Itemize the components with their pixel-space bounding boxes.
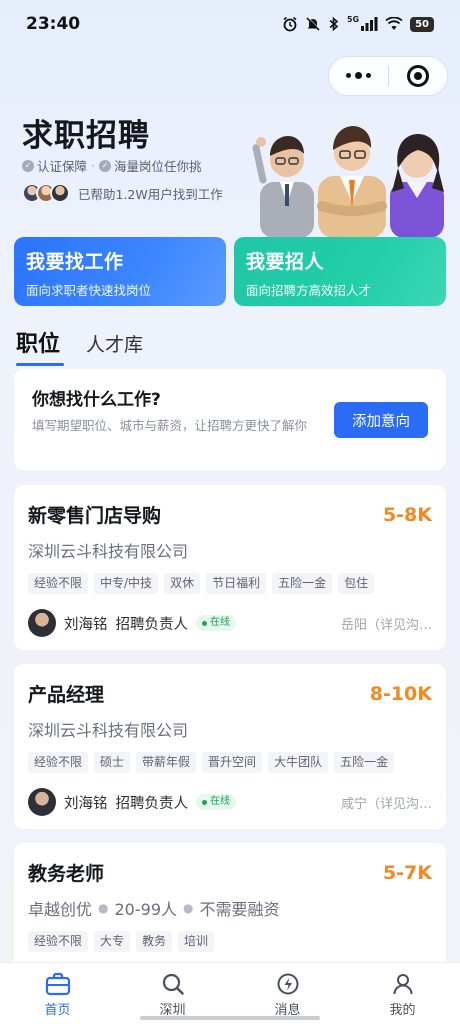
job-tag: 经验不限 xyxy=(28,573,89,594)
job-location: 咸宁（详见沟… xyxy=(340,796,432,812)
target-icon xyxy=(406,65,429,87)
briefcase-icon xyxy=(45,972,70,996)
tab-talent[interactable]: 人才库 xyxy=(86,330,143,366)
job-tag: 硕士 xyxy=(94,752,131,773)
signal-icon xyxy=(361,17,378,31)
tab-city[interactable]: 深圳 xyxy=(115,963,230,1024)
intent-description: 填写期望职位、城市与薪资，让招聘方更快了解你 xyxy=(32,418,308,433)
user-icon xyxy=(393,974,412,995)
hero-features: ✓ 认证保障 · ✓ 海量岗位任你挑 xyxy=(22,156,202,175)
mute-bell-icon xyxy=(306,16,320,31)
job-tags: 经验不限 中专/中技 双休 节日福利 五险一金 包住 xyxy=(28,573,432,594)
job-tag: 大牛团队 xyxy=(268,752,329,773)
job-tag: 包住 xyxy=(338,573,375,594)
job-company: 卓越创优 ● 20-99人 ● 不需要融资 xyxy=(28,896,432,920)
close-miniprogram-button[interactable] xyxy=(389,57,448,95)
recruiter-row: 刘海铭 招聘负责人 在线 咸宁（详见沟… xyxy=(28,788,432,816)
feature-jobs: 海量岗位任你挑 xyxy=(114,159,202,174)
job-company: 深圳云斗科技有限公司 xyxy=(28,721,189,740)
status-icons: 5G 50 xyxy=(282,14,434,32)
job-tag: 双休 xyxy=(164,573,201,594)
avatar xyxy=(50,183,70,203)
content-tabs: 职位 人才库 xyxy=(16,326,143,366)
job-card[interactable]: 教务老师 5-7K 卓越创优 ● 20-99人 ● 不需要融资 经验不限 大专 … xyxy=(14,843,446,973)
more-dots-icon xyxy=(345,72,371,79)
job-tags: 经验不限 硕士 带薪年假 晋升空间 大牛团队 五险一金 xyxy=(28,752,432,773)
find-job-subtitle: 面向求职者快速找岗位 xyxy=(26,283,152,298)
online-badge: 在线 xyxy=(196,794,236,810)
job-tag: 带薪年假 xyxy=(136,752,197,773)
job-tag: 经验不限 xyxy=(28,931,89,952)
user-avatars xyxy=(22,183,70,203)
avatar xyxy=(28,609,56,637)
check-icon: ✓ xyxy=(22,159,34,172)
job-card[interactable]: 产品经理 8-10K 深圳云斗科技有限公司 经验不限 硕士 带薪年假 晋升空间 … xyxy=(14,664,446,829)
miniprogram-capsule xyxy=(328,56,448,96)
recruiter-role: 招聘负责人 xyxy=(115,616,189,633)
recruiter-row: 刘海铭 招聘负责人 在线 岳阳（详见沟… xyxy=(28,609,432,637)
feature-certified: 认证保障 xyxy=(37,159,88,174)
wifi-icon xyxy=(385,17,403,30)
job-title: 产品经理 xyxy=(28,684,105,706)
job-tag: 经验不限 xyxy=(28,752,89,773)
job-tag: 大专 xyxy=(94,931,131,952)
recruiter-name: 刘海铭 xyxy=(64,616,108,633)
team-illustration xyxy=(252,126,444,238)
hire-title: 我要招人 xyxy=(246,251,325,273)
search-icon xyxy=(162,973,184,995)
recruiter-role: 招聘负责人 xyxy=(115,795,189,812)
cta-row: 我要找工作 面向求职者快速找岗位 我要招人 面向招聘方高效招人才 xyxy=(14,237,446,306)
page-title: 求职招聘 xyxy=(22,118,150,154)
find-job-title: 我要找工作 xyxy=(26,251,124,273)
tab-messages[interactable]: 消息 xyxy=(230,963,345,1024)
battery-indicator: 50 xyxy=(410,16,434,32)
network-badge: 5G xyxy=(346,14,360,24)
recruiter-name: 刘海铭 xyxy=(64,795,108,812)
bluetooth-icon xyxy=(329,16,339,32)
more-button[interactable] xyxy=(329,57,388,95)
job-tag: 培训 xyxy=(178,931,215,952)
status-time: 23:40 xyxy=(26,14,81,34)
job-tag: 五险一金 xyxy=(334,752,395,773)
job-tags: 经验不限 大专 教务 培训 xyxy=(28,931,432,952)
job-salary: 8-10K xyxy=(369,682,432,705)
job-card[interactable]: 新零售门店导购 5-8K 深圳云斗科技有限公司 经验不限 中专/中技 双休 节日… xyxy=(14,485,446,650)
job-tag: 教务 xyxy=(136,931,173,952)
tab-jobs[interactable]: 职位 xyxy=(16,326,65,366)
alarm-icon xyxy=(283,16,297,32)
online-badge: 在线 xyxy=(196,615,236,631)
company-size: 20-99人 xyxy=(114,900,178,919)
job-intent-card: 你想找什么工作? 填写期望职位、城市与薪资，让招聘方更快了解你 添加意向 xyxy=(14,369,446,470)
hire-card[interactable]: 我要招人 面向招聘方高效招人才 xyxy=(234,237,446,306)
avatar xyxy=(28,788,56,816)
status-bar: 23:40 5G 50 xyxy=(0,0,460,48)
home-indicator xyxy=(140,1016,320,1020)
bottom-tab-bar: 首页 深圳 消息 我的 xyxy=(0,962,460,1024)
job-company: 深圳云斗科技有限公司 xyxy=(28,542,189,561)
find-job-card[interactable]: 我要找工作 面向求职者快速找岗位 xyxy=(14,237,226,306)
hero-help: 已帮助1.2W用户找到工作 xyxy=(22,183,223,203)
add-intent-button[interactable]: 添加意向 xyxy=(334,402,428,438)
job-salary: 5-7K xyxy=(382,861,432,884)
hire-subtitle: 面向招聘方高效招人才 xyxy=(246,283,372,298)
job-location: 岳阳（详见沟… xyxy=(340,617,432,633)
check-icon: ✓ xyxy=(99,159,111,172)
company-funding: 不需要融资 xyxy=(199,900,280,919)
job-tag: 晋升空间 xyxy=(202,752,263,773)
tab-mine[interactable]: 我的 xyxy=(345,963,460,1024)
company-name: 卓越创优 xyxy=(28,900,93,919)
job-tag: 中专/中技 xyxy=(94,573,159,594)
job-salary: 5-8K xyxy=(382,503,432,526)
tab-home[interactable]: 首页 xyxy=(0,963,115,1024)
job-tag: 五险一金 xyxy=(272,573,333,594)
job-tag: 节日福利 xyxy=(206,573,267,594)
job-title: 教务老师 xyxy=(28,863,105,885)
job-title: 新零售门店导购 xyxy=(28,505,162,527)
message-bolt-icon xyxy=(277,973,298,995)
help-text: 已帮助1.2W用户找到工作 xyxy=(78,186,223,202)
